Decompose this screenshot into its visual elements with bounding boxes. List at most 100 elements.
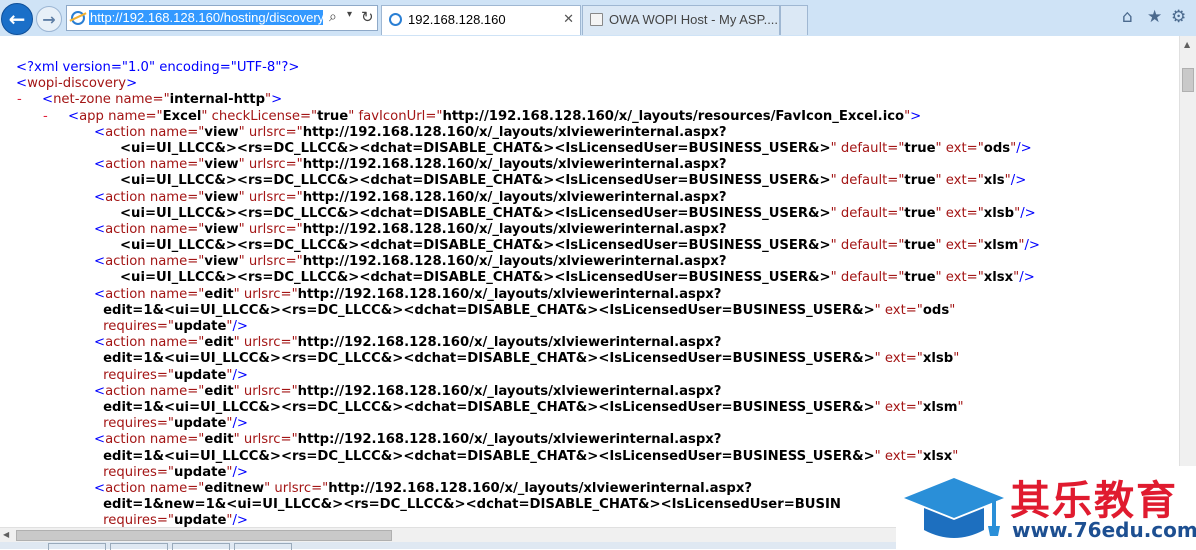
xml-token: view bbox=[204, 124, 239, 140]
xml-line-text: <ui=UI_LLCC&><rs=DC_LLCC&><dchat=DISABLE… bbox=[120, 206, 1036, 222]
xml-token: true bbox=[904, 140, 936, 156]
xml-token: action bbox=[105, 432, 146, 448]
xml-token: < bbox=[94, 124, 106, 140]
horizontal-scroll-thumb[interactable] bbox=[16, 530, 392, 541]
xml-token: http://192.168.128.160/x/_layouts/xlview… bbox=[297, 335, 722, 351]
xml-token: action bbox=[105, 383, 146, 399]
xml-token: edit=1&<ui=UI_LLCC&><rs=DC_LLCC&><dchat=… bbox=[103, 448, 875, 464]
collapse-toggle[interactable]: - bbox=[43, 109, 48, 125]
address-bar[interactable]: http://192.168.128.160/hosting/discovery… bbox=[66, 5, 378, 31]
xml-token: requires=" bbox=[103, 367, 174, 383]
scroll-up-icon[interactable]: ▲ bbox=[1184, 40, 1190, 49]
xml-line-text: requires="update"/> bbox=[103, 416, 248, 432]
xml-line-text: <action name="edit" urlsrc="http://192.1… bbox=[94, 432, 721, 448]
xml-token: http://192.168.128.160/x/_layouts/xlview… bbox=[328, 480, 752, 496]
xml-line-text: <action name="edit" urlsrc="http://192.1… bbox=[94, 384, 721, 400]
xml-token: " urlsrc=" bbox=[238, 221, 303, 237]
xml-token: < bbox=[94, 480, 106, 496]
xml-line-text: <ui=UI_LLCC&><rs=DC_LLCC&><dchat=DISABLE… bbox=[120, 270, 1035, 286]
xml-token: " ext=" bbox=[874, 302, 923, 318]
xml-token: < bbox=[94, 383, 106, 399]
xml-token: true bbox=[904, 270, 936, 286]
xml-token: http://192.168.128.160/x/_layouts/xlview… bbox=[302, 124, 727, 140]
xml-line-text: <action name="view" urlsrc="http://192.1… bbox=[94, 125, 727, 141]
xml-token: xls bbox=[983, 173, 1005, 189]
xml-token: < bbox=[94, 335, 106, 351]
xml-token: update bbox=[173, 513, 227, 527]
xml-token: > bbox=[910, 108, 922, 124]
xml-token: " bbox=[957, 399, 964, 415]
xml-viewer: <?xml version="1.0" encoding="UTF-8"?>-<… bbox=[0, 36, 1179, 527]
forward-button[interactable]: → bbox=[36, 6, 62, 32]
xml-token: edit=1&new=1&<ui=UI_LLCC&><rs=DC_LLCC&><… bbox=[103, 497, 841, 513]
xml-token: action bbox=[105, 480, 146, 496]
dropdown-arrow-icon[interactable]: ▾ bbox=[347, 9, 352, 20]
xml-token: requires=" bbox=[103, 416, 174, 432]
xml-token: name=" bbox=[145, 189, 205, 205]
xml-token: ods bbox=[983, 140, 1011, 156]
xml-token: " default=" bbox=[830, 238, 905, 254]
xml-token: xlsm bbox=[983, 238, 1019, 254]
search-icon[interactable]: ⌕ bbox=[329, 9, 337, 25]
xml-token: < bbox=[94, 189, 106, 205]
xml-line-text: <ui=UI_LLCC&><rs=DC_LLCC&><dchat=DISABLE… bbox=[120, 173, 1026, 189]
new-tab-button[interactable] bbox=[780, 5, 808, 35]
xml-token: action bbox=[105, 335, 146, 351]
tab-owa-wopi-host[interactable]: OWA WOPI Host - My ASP.... bbox=[582, 5, 780, 35]
xml-token: " default=" bbox=[830, 270, 905, 286]
xml-token: name=" bbox=[103, 108, 163, 124]
xml-line-text: <?xml version="1.0" encoding="UTF-8"?> bbox=[16, 60, 299, 76]
xml-token: name=" bbox=[145, 124, 205, 140]
xml-line-text: <action name="view" urlsrc="http://192.1… bbox=[94, 190, 727, 206]
ie-tab-icon bbox=[389, 13, 402, 26]
xml-token: view bbox=[204, 254, 239, 270]
tab-active[interactable]: 192.168.128.160 ✕ bbox=[381, 5, 581, 35]
back-button[interactable]: ← bbox=[1, 3, 33, 35]
vertical-scroll-thumb[interactable] bbox=[1182, 68, 1194, 92]
gear-icon[interactable]: ⚙ bbox=[1171, 7, 1186, 27]
graduation-cap-icon bbox=[904, 478, 1004, 538]
home-icon[interactable]: ⌂ bbox=[1122, 7, 1133, 27]
xml-token: " default=" bbox=[830, 205, 905, 221]
address-url[interactable]: http://192.168.128.160/hosting/discovery bbox=[89, 10, 323, 25]
xml-token: " ext=" bbox=[935, 173, 984, 189]
xml-token: update bbox=[173, 416, 227, 432]
xml-token: xlsx bbox=[983, 270, 1014, 286]
xml-line-text: <action name="edit" urlsrc="http://192.1… bbox=[94, 335, 721, 351]
xml-token: view bbox=[204, 157, 239, 173]
xml-token: http://192.168.128.160/x/_layouts/xlview… bbox=[302, 254, 727, 270]
xml-token: < bbox=[94, 221, 106, 237]
close-tab-icon[interactable]: ✕ bbox=[563, 11, 574, 27]
xml-token: " default=" bbox=[830, 140, 905, 156]
xml-token: internal-http bbox=[169, 92, 266, 108]
xml-token: < bbox=[94, 157, 106, 173]
xml-line-text: <ui=UI_LLCC&><rs=DC_LLCC&><dchat=DISABLE… bbox=[120, 238, 1040, 254]
xml-token: xlsb bbox=[983, 205, 1015, 221]
xml-token: name=" bbox=[145, 157, 205, 173]
star-icon[interactable]: ★ bbox=[1147, 7, 1162, 27]
xml-token: name=" bbox=[145, 286, 205, 302]
xml-line-text: <wopi-discovery> bbox=[16, 76, 137, 92]
collapse-toggle[interactable]: - bbox=[17, 92, 22, 108]
xml-token: /> bbox=[1010, 173, 1027, 189]
vertical-scrollbar[interactable]: ▲ bbox=[1179, 36, 1196, 527]
xml-token: net-zone bbox=[53, 92, 111, 108]
scroll-left-icon[interactable]: ◀ bbox=[3, 530, 9, 539]
xml-token: " ext=" bbox=[935, 238, 984, 254]
xml-token: /> bbox=[1024, 238, 1040, 254]
xml-token: " default=" bbox=[830, 173, 905, 189]
xml-line-text: requires="update"/> bbox=[103, 465, 248, 481]
tab-label: 192.168.128.160 bbox=[408, 12, 506, 27]
xml-token: <ui=UI_LLCC&><rs=DC_LLCC&><dchat=DISABLE… bbox=[120, 140, 831, 156]
refresh-icon[interactable]: ↻ bbox=[361, 8, 374, 26]
xml-token: http://192.168.128.160/x/_layouts/xlview… bbox=[302, 221, 727, 237]
xml-token: true bbox=[904, 173, 936, 189]
xml-token: true bbox=[904, 205, 936, 221]
xml-token: requires=" bbox=[103, 513, 174, 527]
xml-token: " checkLicense=" bbox=[201, 108, 318, 124]
page-tab-icon bbox=[590, 13, 603, 26]
xml-token: view bbox=[204, 189, 239, 205]
xml-token: /> bbox=[232, 367, 248, 383]
xml-token: " urlsrc=" bbox=[238, 157, 303, 173]
xml-token: editnew bbox=[204, 480, 265, 496]
